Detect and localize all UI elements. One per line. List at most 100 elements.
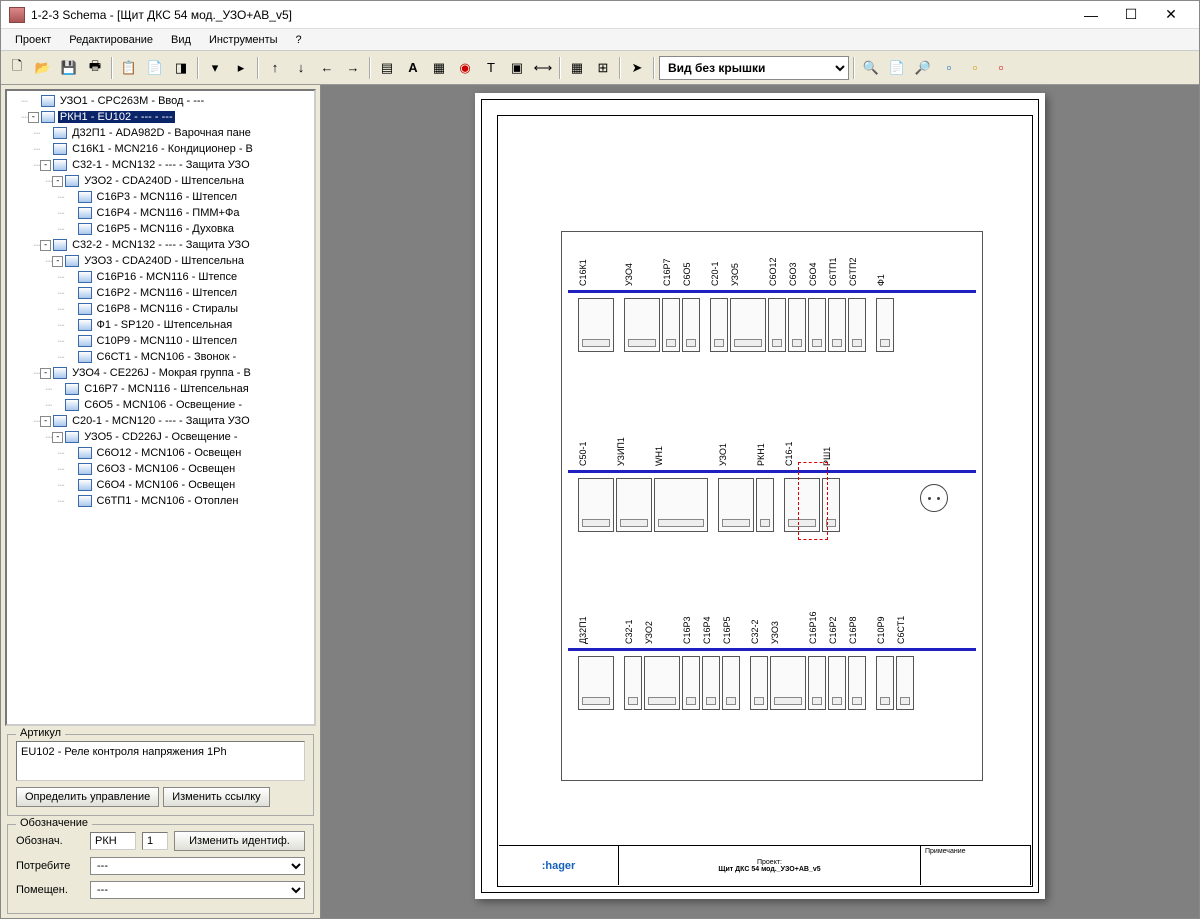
tree-node[interactable]: ┈-УЗО2 - CDA240D - Штепсельна xyxy=(9,173,312,189)
tree-node[interactable]: ┈С16К1 - MCN216 - Кондиционер - В xyxy=(9,141,312,157)
tree-node-label[interactable]: С6СТ1 - MCN106 - Звонок - xyxy=(95,351,239,363)
tool-1-icon[interactable]: ▫ xyxy=(937,56,961,80)
tree-node[interactable]: ┈С16Р2 - MCN116 - Штепсел xyxy=(9,285,312,301)
tree-node[interactable]: ┈-УЗО4 - CE226J - Мокрая группа - В xyxy=(9,365,312,381)
module[interactable] xyxy=(876,298,894,352)
tree-node[interactable]: ┈С16Р8 - MCN116 - Стиралы xyxy=(9,301,312,317)
module[interactable] xyxy=(768,298,786,352)
module[interactable] xyxy=(808,656,826,710)
tree-node[interactable]: ┈Д32П1 - ADA982D - Варочная пане xyxy=(9,125,312,141)
tree-node-label[interactable]: С16Р16 - MCN116 - Штепсе xyxy=(95,271,240,283)
collapse-icon[interactable]: - xyxy=(52,176,63,187)
close-button[interactable]: ✕ xyxy=(1151,3,1191,27)
tree-node-label[interactable]: С6О4 - MCN106 - Освещен xyxy=(95,479,238,491)
tree-node-label[interactable]: С6О5 - MCN106 - Освещение - xyxy=(82,399,244,411)
module[interactable] xyxy=(578,656,614,710)
tree-node-label[interactable]: РКН1 - EU102 - --- - --- xyxy=(58,111,175,123)
module[interactable] xyxy=(730,298,766,352)
collapse-icon[interactable]: - xyxy=(52,256,63,267)
maximize-button[interactable]: ☐ xyxy=(1111,3,1151,27)
tree-node-label[interactable]: С10Р9 - MCN110 - Штепсел xyxy=(95,335,240,347)
layout-icon[interactable]: ⊞ xyxy=(591,56,615,80)
tree-node-label[interactable]: УЗО1 - CPC263M - Ввод - --- xyxy=(58,95,206,107)
designation-number-input[interactable] xyxy=(142,832,168,850)
change-link-button[interactable]: Изменить ссылку xyxy=(163,787,269,807)
save-icon[interactable]: 💾 xyxy=(57,56,81,80)
arrow-right-icon[interactable]: → xyxy=(341,56,365,80)
tree-node-label[interactable]: Д32П1 - ADA982D - Варочная пане xyxy=(70,127,253,139)
zoom-out-icon[interactable]: 🔎 xyxy=(911,56,935,80)
arrow-up-icon[interactable]: ↑ xyxy=(263,56,287,80)
tree-node[interactable]: ┈Ф1 - SP120 - Штепсельная xyxy=(9,317,312,333)
circle3-icon[interactable]: ◉ xyxy=(453,56,477,80)
tree-node-label[interactable]: С16Р2 - MCN116 - Штепсел xyxy=(95,287,240,299)
module[interactable] xyxy=(616,478,652,532)
consumer-select[interactable]: --- xyxy=(90,857,305,875)
tree-node-label[interactable]: С16Р4 - MCN116 - ПММ+Фа xyxy=(95,207,242,219)
module[interactable] xyxy=(770,656,806,710)
tree-node[interactable]: ┈С16Р16 - MCN116 - Штепсе xyxy=(9,269,312,285)
collapse-icon[interactable]: - xyxy=(40,160,51,171)
tree-node-label[interactable]: С16Р7 - MCN116 - Штепсельная xyxy=(82,383,250,395)
module[interactable] xyxy=(682,298,700,352)
tree-node[interactable]: ┈С6О12 - MCN106 - Освещен xyxy=(9,445,312,461)
tree-node-label[interactable]: С16Р5 - MCN116 - Духовка xyxy=(95,223,236,235)
minimize-button[interactable]: — xyxy=(1071,3,1111,27)
change-identifier-button[interactable]: Изменить идентиф. xyxy=(174,831,305,851)
tree-node-label[interactable]: С6О12 - MCN106 - Освещен xyxy=(95,447,244,459)
tree-node[interactable]: ┈УЗО1 - CPC263M - Ввод - --- xyxy=(9,93,312,109)
arrow-down-icon[interactable]: ↓ xyxy=(289,56,313,80)
module[interactable] xyxy=(578,478,614,532)
tree-node-label[interactable]: С32-1 - MCN132 - --- - Защита УЗО xyxy=(70,159,252,171)
menu-item[interactable]: Проект xyxy=(7,32,59,48)
module[interactable] xyxy=(756,478,774,532)
tree-node-label[interactable]: Ф1 - SP120 - Штепсельная xyxy=(95,319,235,331)
tree-node[interactable]: ┈С6О5 - MCN106 - Освещение - xyxy=(9,397,312,413)
flag-down-icon[interactable]: ▾ xyxy=(203,56,227,80)
collapse-icon[interactable]: - xyxy=(52,432,63,443)
collapse-icon[interactable]: - xyxy=(40,368,51,379)
page-icon[interactable]: ▣ xyxy=(505,56,529,80)
menu-item[interactable]: Вид xyxy=(163,32,199,48)
open-icon[interactable]: 📂 xyxy=(31,56,55,80)
tree-node-label[interactable]: С16Р3 - MCN116 - Штепсел xyxy=(95,191,240,203)
module[interactable] xyxy=(662,298,680,352)
new-icon[interactable]: 🗋 xyxy=(5,56,29,80)
tree-node-label[interactable]: С32-2 - MCN132 - --- - Защита УЗО xyxy=(70,239,252,251)
tree-node[interactable]: ┈-С20-1 - MCN120 - --- - Защита УЗО xyxy=(9,413,312,429)
tree-node[interactable]: ┈-УЗО3 - CDA240D - Штепсельна xyxy=(9,253,312,269)
module[interactable] xyxy=(828,656,846,710)
tree-node[interactable]: ┈С6О4 - MCN106 - Освещен xyxy=(9,477,312,493)
menu-item[interactable]: ? xyxy=(288,32,310,48)
tree-node-label[interactable]: С16К1 - MCN216 - Кондиционер - В xyxy=(70,143,255,155)
view-mode-select[interactable]: Вид без крышки xyxy=(659,56,849,80)
tree-node[interactable]: ┈С10Р9 - MCN110 - Штепсел xyxy=(9,333,312,349)
tree-node[interactable]: ┈-С32-1 - MCN132 - --- - Защита УЗО xyxy=(9,157,312,173)
module[interactable] xyxy=(578,298,614,352)
module[interactable] xyxy=(710,298,728,352)
text-a-icon[interactable]: A xyxy=(401,56,425,80)
blocks-icon[interactable]: ▦ xyxy=(427,56,451,80)
designation-prefix-input[interactable] xyxy=(90,832,136,850)
define-control-button[interactable]: Определить управление xyxy=(16,787,159,807)
print-icon[interactable]: 🖶 xyxy=(83,56,107,80)
module[interactable] xyxy=(848,298,866,352)
module[interactable] xyxy=(682,656,700,710)
module[interactable] xyxy=(702,656,720,710)
text-t-icon[interactable]: T xyxy=(479,56,503,80)
collapse-icon[interactable]: - xyxy=(28,112,39,123)
tree-node[interactable]: ┈-С32-2 - MCN132 - --- - Защита УЗО xyxy=(9,237,312,253)
flag-icon[interactable]: ▸ xyxy=(229,56,253,80)
tree-node-label[interactable]: С16Р8 - MCN116 - Стиралы xyxy=(95,303,240,315)
tree-node[interactable]: ┈С16Р3 - MCN116 - Штепсел xyxy=(9,189,312,205)
tree-view[interactable]: ┈УЗО1 - CPC263M - Ввод - --- ┈-РКН1 - EU… xyxy=(5,89,316,726)
module[interactable] xyxy=(624,298,660,352)
collapse-icon[interactable]: - xyxy=(40,416,51,427)
tree-node[interactable]: ┈С16Р5 - MCN116 - Духовка xyxy=(9,221,312,237)
module[interactable] xyxy=(624,656,642,710)
module[interactable] xyxy=(722,656,740,710)
menu-item[interactable]: Редактирование xyxy=(61,32,161,48)
drawing-canvas[interactable]: С16К1УЗО4С16Р7С6О5С20-1УЗО5С6О12С6О3С6О4… xyxy=(321,85,1199,918)
tree-node[interactable]: ┈С6СТ1 - MCN106 - Звонок - xyxy=(9,349,312,365)
tree-node-label[interactable]: С20-1 - MCN120 - --- - Защита УЗО xyxy=(70,415,252,427)
